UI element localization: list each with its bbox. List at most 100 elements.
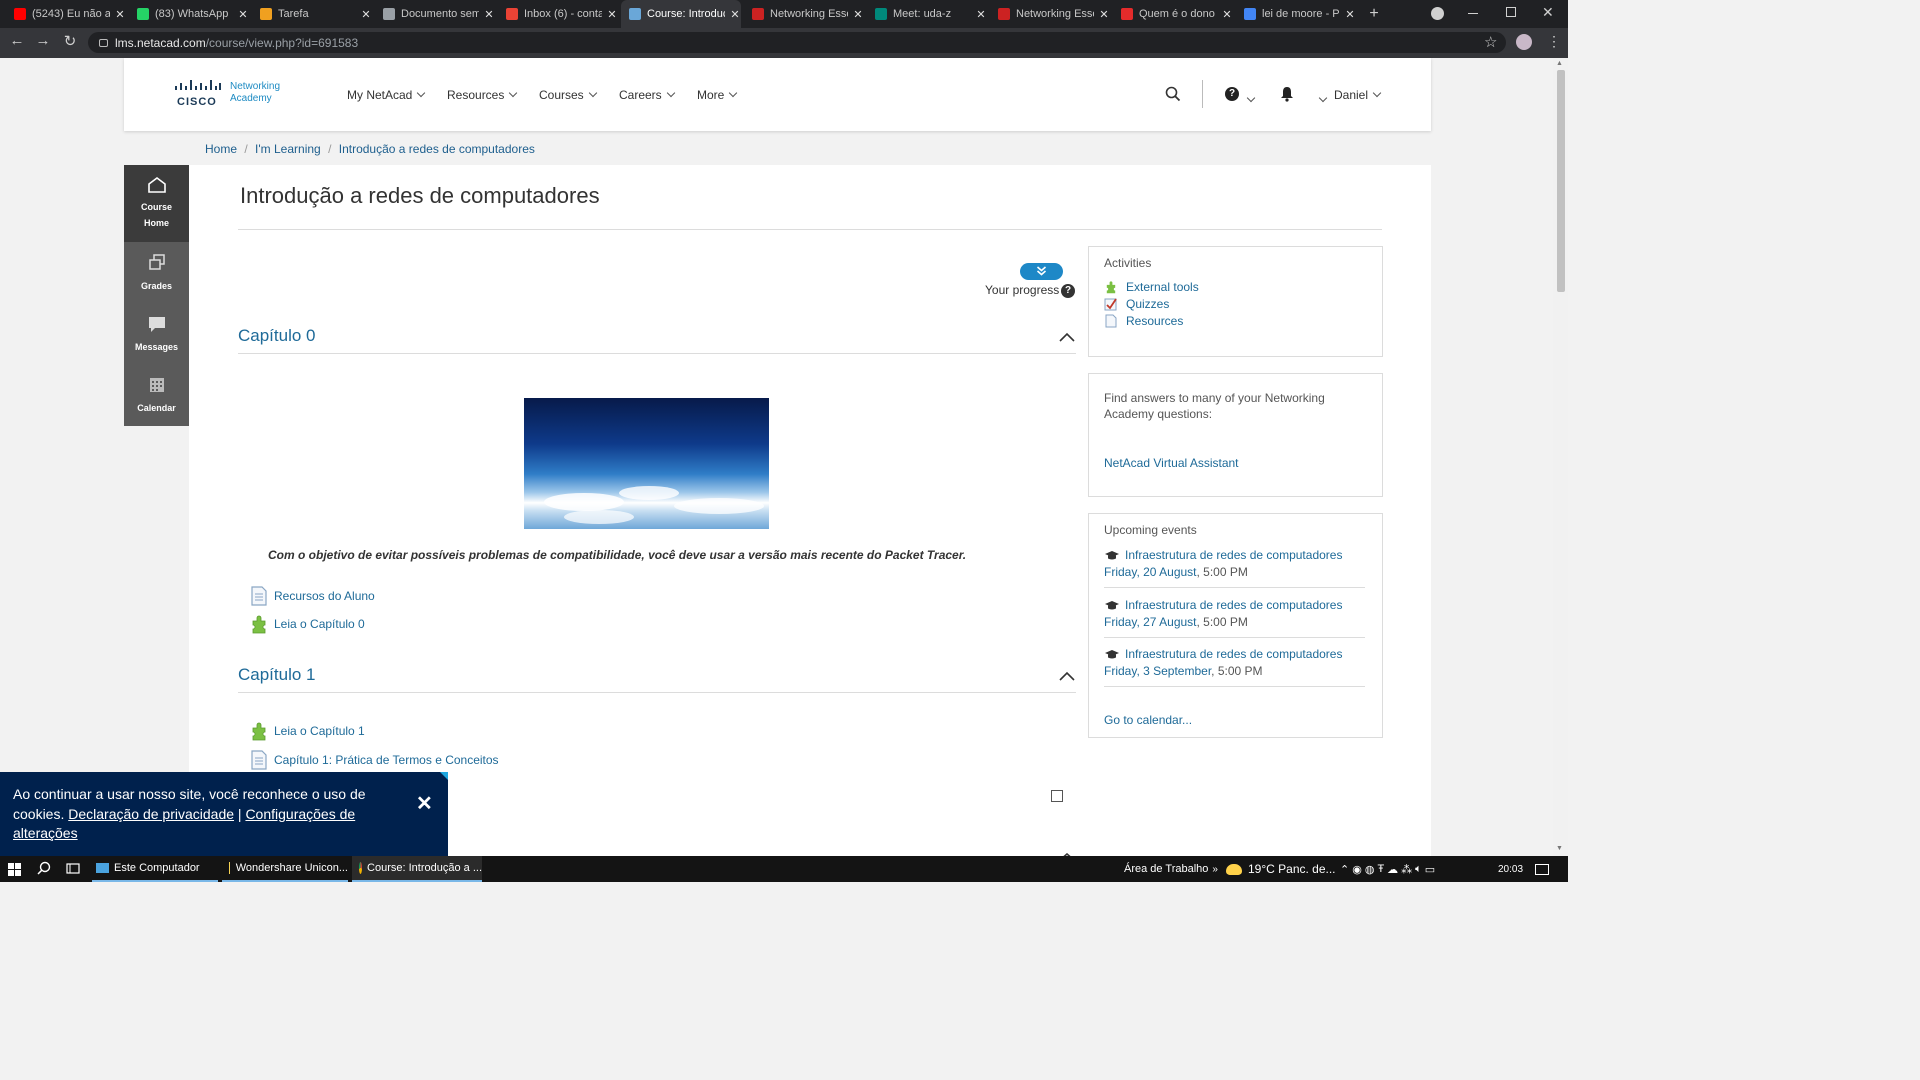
progress-toggle-button[interactable]: [1020, 263, 1063, 280]
event-link[interactable]: Infraestrutura de redes de computadores: [1125, 647, 1342, 661]
user-menu[interactable]: Daniel: [1334, 88, 1382, 102]
profile-avatar-icon[interactable]: [1516, 34, 1532, 50]
browser-tab[interactable]: Tarefa ✕: [252, 0, 372, 28]
browser-tab[interactable]: Networking Esse ✕: [744, 0, 864, 28]
tab-search-icon[interactable]: [1431, 7, 1444, 20]
minimize-icon[interactable]: [1468, 13, 1478, 14]
activities-external-tools[interactable]: External tools: [1104, 280, 1199, 294]
ime-icon[interactable]: Ŧ: [1377, 863, 1387, 875]
new-tab-button[interactable]: +: [1364, 5, 1384, 23]
activity-capitulo-1-pratica[interactable]: Capítulo 1: Prática de Termos e Conceito…: [250, 750, 499, 770]
activity-link[interactable]: Leia o Capítulo 0: [274, 617, 365, 631]
windows-start-icon[interactable]: [8, 863, 21, 879]
onedrive-icon[interactable]: ☁: [1387, 863, 1401, 876]
leftnav-calendar[interactable]: Calendar: [124, 375, 189, 416]
go-to-calendar-link[interactable]: Go to calendar...: [1104, 713, 1192, 727]
network-icon[interactable]: ⁂: [1401, 863, 1415, 876]
desktop-toolbar[interactable]: Área de Trabalho»: [1124, 856, 1218, 882]
tab-close-icon[interactable]: ✕: [360, 8, 372, 21]
browser-tab[interactable]: lei de moore - P ✕: [1236, 0, 1356, 28]
event-date-link[interactable]: Friday, 27 August: [1104, 615, 1197, 629]
event-link[interactable]: Infraestrutura de redes de computadores: [1125, 598, 1342, 612]
activities-quizzes[interactable]: Quizzes: [1104, 297, 1169, 311]
activity-link[interactable]: Leia o Capítulo 1: [274, 724, 365, 738]
scrollbar-thumb[interactable]: [1557, 70, 1565, 292]
tab-close-icon[interactable]: ✕: [975, 8, 987, 21]
help-icon[interactable]: ?: [1225, 87, 1239, 101]
progress-help-icon[interactable]: ?: [1061, 284, 1075, 298]
tab-close-icon[interactable]: ✕: [1344, 8, 1356, 21]
activity-leia-o-capitulo-1[interactable]: Leia o Capítulo 1: [249, 721, 365, 741]
completion-checkbox[interactable]: [1051, 790, 1063, 802]
steam-icon[interactable]: ◉: [1352, 863, 1365, 876]
activity-link[interactable]: Recursos do Aluno: [274, 589, 375, 603]
taskbar-app-wondershare[interactable]: Wondershare Unicon...: [222, 856, 348, 882]
tab-close-icon[interactable]: ✕: [483, 8, 495, 21]
tab-close-icon[interactable]: ✕: [852, 8, 864, 21]
tab-close-icon[interactable]: ✕: [237, 8, 249, 21]
browser-menu-icon[interactable]: ⋮: [1547, 33, 1561, 50]
tab-close-icon[interactable]: ✕: [114, 8, 126, 21]
taskbar-search-icon[interactable]: [37, 861, 51, 878]
reload-icon[interactable]: ↻: [60, 32, 80, 50]
notifications-bell-icon[interactable]: [1280, 86, 1294, 105]
scroll-down-icon[interactable]: ▼: [1556, 845, 1563, 852]
tray-chevron-up-icon[interactable]: ⌃: [1340, 863, 1352, 876]
battery-icon[interactable]: ▭: [1425, 863, 1438, 876]
activity-recursos-do-aluno[interactable]: Recursos do Aluno: [250, 586, 375, 606]
event-date-link[interactable]: Friday, 20 August: [1104, 565, 1197, 579]
activities-resources[interactable]: Resources: [1104, 314, 1183, 328]
event-date-link[interactable]: Friday, 3 September: [1104, 664, 1211, 678]
chevron-up-icon[interactable]: [1059, 669, 1075, 684]
browser-tab[interactable]: Meet: uda-z ✕: [867, 0, 987, 28]
weather-widget[interactable]: 19°C Panc. de...: [1226, 856, 1336, 882]
search-icon[interactable]: [1165, 86, 1181, 105]
system-tray-icons[interactable]: ⌃ ◉ ◍ Ŧ ☁ ⁂ 🔈︎ ▭: [1340, 856, 1438, 882]
browser-tab[interactable]: (5243) Eu não ac ✕: [6, 0, 126, 28]
taskbar-app-this-pc[interactable]: Este Computador: [92, 856, 218, 882]
event-link[interactable]: Infraestrutura de redes de computadores: [1125, 548, 1342, 562]
action-center-icon[interactable]: [1535, 864, 1549, 875]
restore-icon[interactable]: [1506, 7, 1516, 17]
back-icon[interactable]: ←: [7, 32, 27, 49]
tab-close-icon[interactable]: ✕: [729, 8, 741, 21]
scroll-up-icon[interactable]: ▲: [1556, 60, 1563, 67]
activities-link[interactable]: External tools: [1126, 280, 1199, 294]
breadcrumb-im-learning[interactable]: I'm Learning: [255, 142, 321, 156]
browser-tab[interactable]: Documento sem ✕: [375, 0, 495, 28]
menu-my-netacad[interactable]: My NetAcad: [347, 88, 426, 102]
menu-more[interactable]: More: [697, 88, 738, 102]
chevron-up-icon[interactable]: [1059, 330, 1075, 345]
chapter-0-title[interactable]: Capítulo 0: [238, 326, 316, 346]
activities-link[interactable]: Resources: [1126, 314, 1183, 328]
menu-resources[interactable]: Resources: [447, 88, 518, 102]
browser-tab[interactable]: Course: Introduç ✕: [621, 0, 741, 28]
browser-tab[interactable]: Networking Esse ✕: [990, 0, 1110, 28]
system-clock[interactable]: 20:03: [1498, 856, 1523, 882]
netacad-virtual-assistant-link[interactable]: NetAcad Virtual Assistant: [1104, 456, 1239, 470]
breadcrumb-home[interactable]: Home: [205, 142, 237, 156]
leftnav-messages[interactable]: Messages: [124, 314, 189, 355]
activity-leia-o-capitulo-0[interactable]: Leia o Capítulo 0: [249, 614, 365, 634]
activities-link[interactable]: Quizzes: [1126, 297, 1169, 311]
task-view-icon[interactable]: [66, 862, 80, 878]
browser-tab[interactable]: (83) WhatsApp ✕: [129, 0, 249, 28]
activity-link[interactable]: Capítulo 1: Prática de Termos e Conceito…: [274, 753, 499, 767]
tab-close-icon[interactable]: ✕: [606, 8, 618, 21]
tab-close-icon[interactable]: ✕: [1221, 8, 1233, 21]
leftnav-course-home[interactable]: Course Home: [124, 176, 189, 231]
breadcrumb-course[interactable]: Introdução a redes de computadores: [339, 142, 535, 156]
tab-close-icon[interactable]: ✕: [1098, 8, 1110, 21]
taskbar-app-chrome[interactable]: Course: Introdução a ...: [352, 856, 482, 882]
bookmark-star-icon[interactable]: ☆: [1484, 33, 1497, 51]
browser-tab[interactable]: Quem é o dono ✕: [1113, 0, 1233, 28]
browser-tab[interactable]: Inbox (6) - conta ✕: [498, 0, 618, 28]
steam-alt-icon[interactable]: ◍: [1365, 863, 1378, 876]
menu-courses[interactable]: Courses: [539, 88, 597, 102]
cisco-logo[interactable]: CISCO: [174, 80, 222, 108]
chapter-1-title[interactable]: Capítulo 1: [238, 665, 316, 685]
menu-careers[interactable]: Careers: [619, 88, 675, 102]
volume-icon[interactable]: 🔈︎: [1415, 863, 1425, 876]
forward-icon[interactable]: →: [33, 32, 53, 49]
close-window-icon[interactable]: ✕: [1542, 4, 1554, 21]
